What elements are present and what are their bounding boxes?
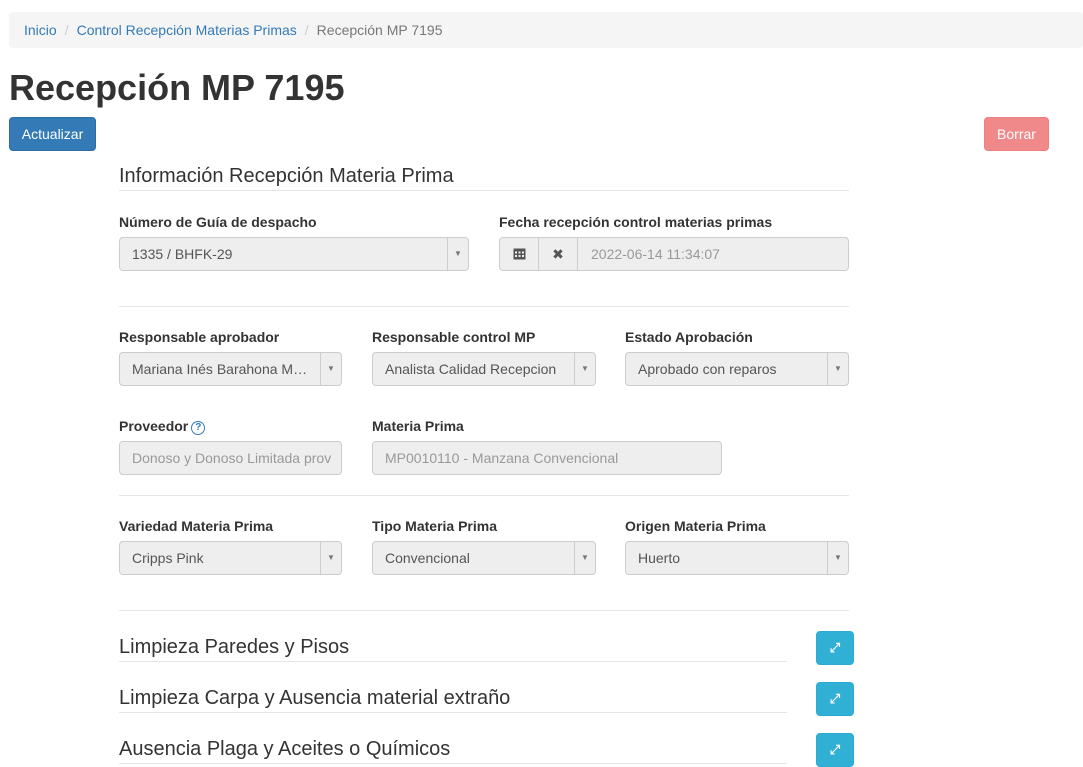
chevron-down-icon: ▼ [574, 353, 595, 385]
estado-value: Aprobado con reparos [638, 361, 777, 377]
expand-icon[interactable]: ⤢ [816, 733, 854, 767]
fecha-label: Fecha recepción control materias primas [499, 214, 773, 230]
aprobador-select[interactable]: Mariana Inés Barahona Me… ▼ [119, 352, 342, 386]
fecha-value[interactable]: 2022-06-14 11:34:07 [591, 238, 720, 270]
calendar-icon[interactable] [500, 238, 539, 270]
origen-value: Huerto [638, 550, 681, 566]
chevron-down-icon: ▼ [320, 353, 341, 385]
fecha-input-group: ✖ 2022-06-14 11:34:07 [499, 237, 849, 271]
control-label: Responsable control MP [372, 329, 536, 345]
proveedor-label-group: Proveedor? [119, 417, 206, 435]
guia-select[interactable]: 1335 / BHFK-29 ▼ [119, 237, 469, 271]
divider [119, 610, 849, 611]
panel-title-limpieza-carpa: Limpieza Carpa y Ausencia material extra… [119, 685, 787, 713]
tipo-label: Tipo Materia Prima [372, 518, 498, 534]
breadcrumb-current: Recepción MP 7195 [316, 22, 443, 38]
chevron-down-icon: ▼ [447, 238, 468, 270]
section-title: Información Recepción Materia Prima [119, 164, 849, 191]
breadcrumb-separator: / [304, 22, 309, 38]
proveedor-input[interactable]: Donoso y Donoso Limitada prov [119, 441, 342, 475]
origen-select[interactable]: Huerto ▼ [625, 541, 849, 575]
aprobador-value: Mariana Inés Barahona Me… [132, 361, 315, 377]
divider [119, 306, 849, 307]
guia-label: Número de Guía de despacho [119, 214, 317, 230]
variedad-label: Variedad Materia Prima [119, 518, 274, 534]
divider [119, 495, 849, 496]
materia-input[interactable]: MP0010110 - Manzana Convencional [372, 441, 722, 475]
expand-icon[interactable]: ⤢ [816, 682, 854, 716]
breadcrumb: Inicio / Control Recepción Materias Primas… [9, 12, 1083, 48]
origen-label: Origen Materia Prima [625, 518, 766, 534]
proveedor-label: Proveedor [119, 418, 189, 434]
breadcrumb-home-link[interactable]: Inicio [24, 22, 57, 38]
guia-value: 1335 / BHFK-29 [132, 246, 233, 262]
expand-icon[interactable]: ⤢ [816, 631, 854, 665]
breadcrumb-parent-link[interactable]: Control Recepción Materias Primas [77, 22, 297, 38]
panel-title-limpieza-paredes: Limpieza Paredes y Pisos [119, 634, 787, 662]
delete-button[interactable]: Borrar [984, 117, 1049, 151]
materia-value: MP0010110 - Manzana Convencional [385, 450, 619, 466]
chevron-down-icon: ▼ [827, 542, 848, 574]
panel-title-ausencia-plaga: Ausencia Plaga y Aceites o Químicos [119, 736, 787, 764]
chevron-down-icon: ▼ [320, 542, 341, 574]
breadcrumb-separator: / [64, 22, 69, 38]
chevron-down-icon: ▼ [574, 542, 595, 574]
control-value: Analista Calidad Recepcion [385, 361, 557, 377]
aprobador-label: Responsable aprobador [119, 329, 280, 345]
update-button[interactable]: Actualizar [9, 117, 96, 151]
estado-select[interactable]: Aprobado con reparos ▼ [625, 352, 849, 386]
question-circle-icon[interactable]: ? [191, 421, 206, 435]
estado-label: Estado Aprobación [625, 329, 753, 345]
tipo-select[interactable]: Convencional ▼ [372, 541, 596, 575]
variedad-value: Cripps Pink [132, 550, 204, 566]
control-select[interactable]: Analista Calidad Recepcion ▼ [372, 352, 596, 386]
proveedor-value: Donoso y Donoso Limitada prov [132, 450, 332, 466]
page-title: Recepción MP 7195 [9, 67, 345, 108]
tipo-value: Convencional [385, 550, 470, 566]
materia-label: Materia Prima [372, 418, 464, 434]
close-icon[interactable]: ✖ [539, 238, 578, 270]
variedad-select[interactable]: Cripps Pink ▼ [119, 541, 342, 575]
chevron-down-icon: ▼ [827, 353, 848, 385]
